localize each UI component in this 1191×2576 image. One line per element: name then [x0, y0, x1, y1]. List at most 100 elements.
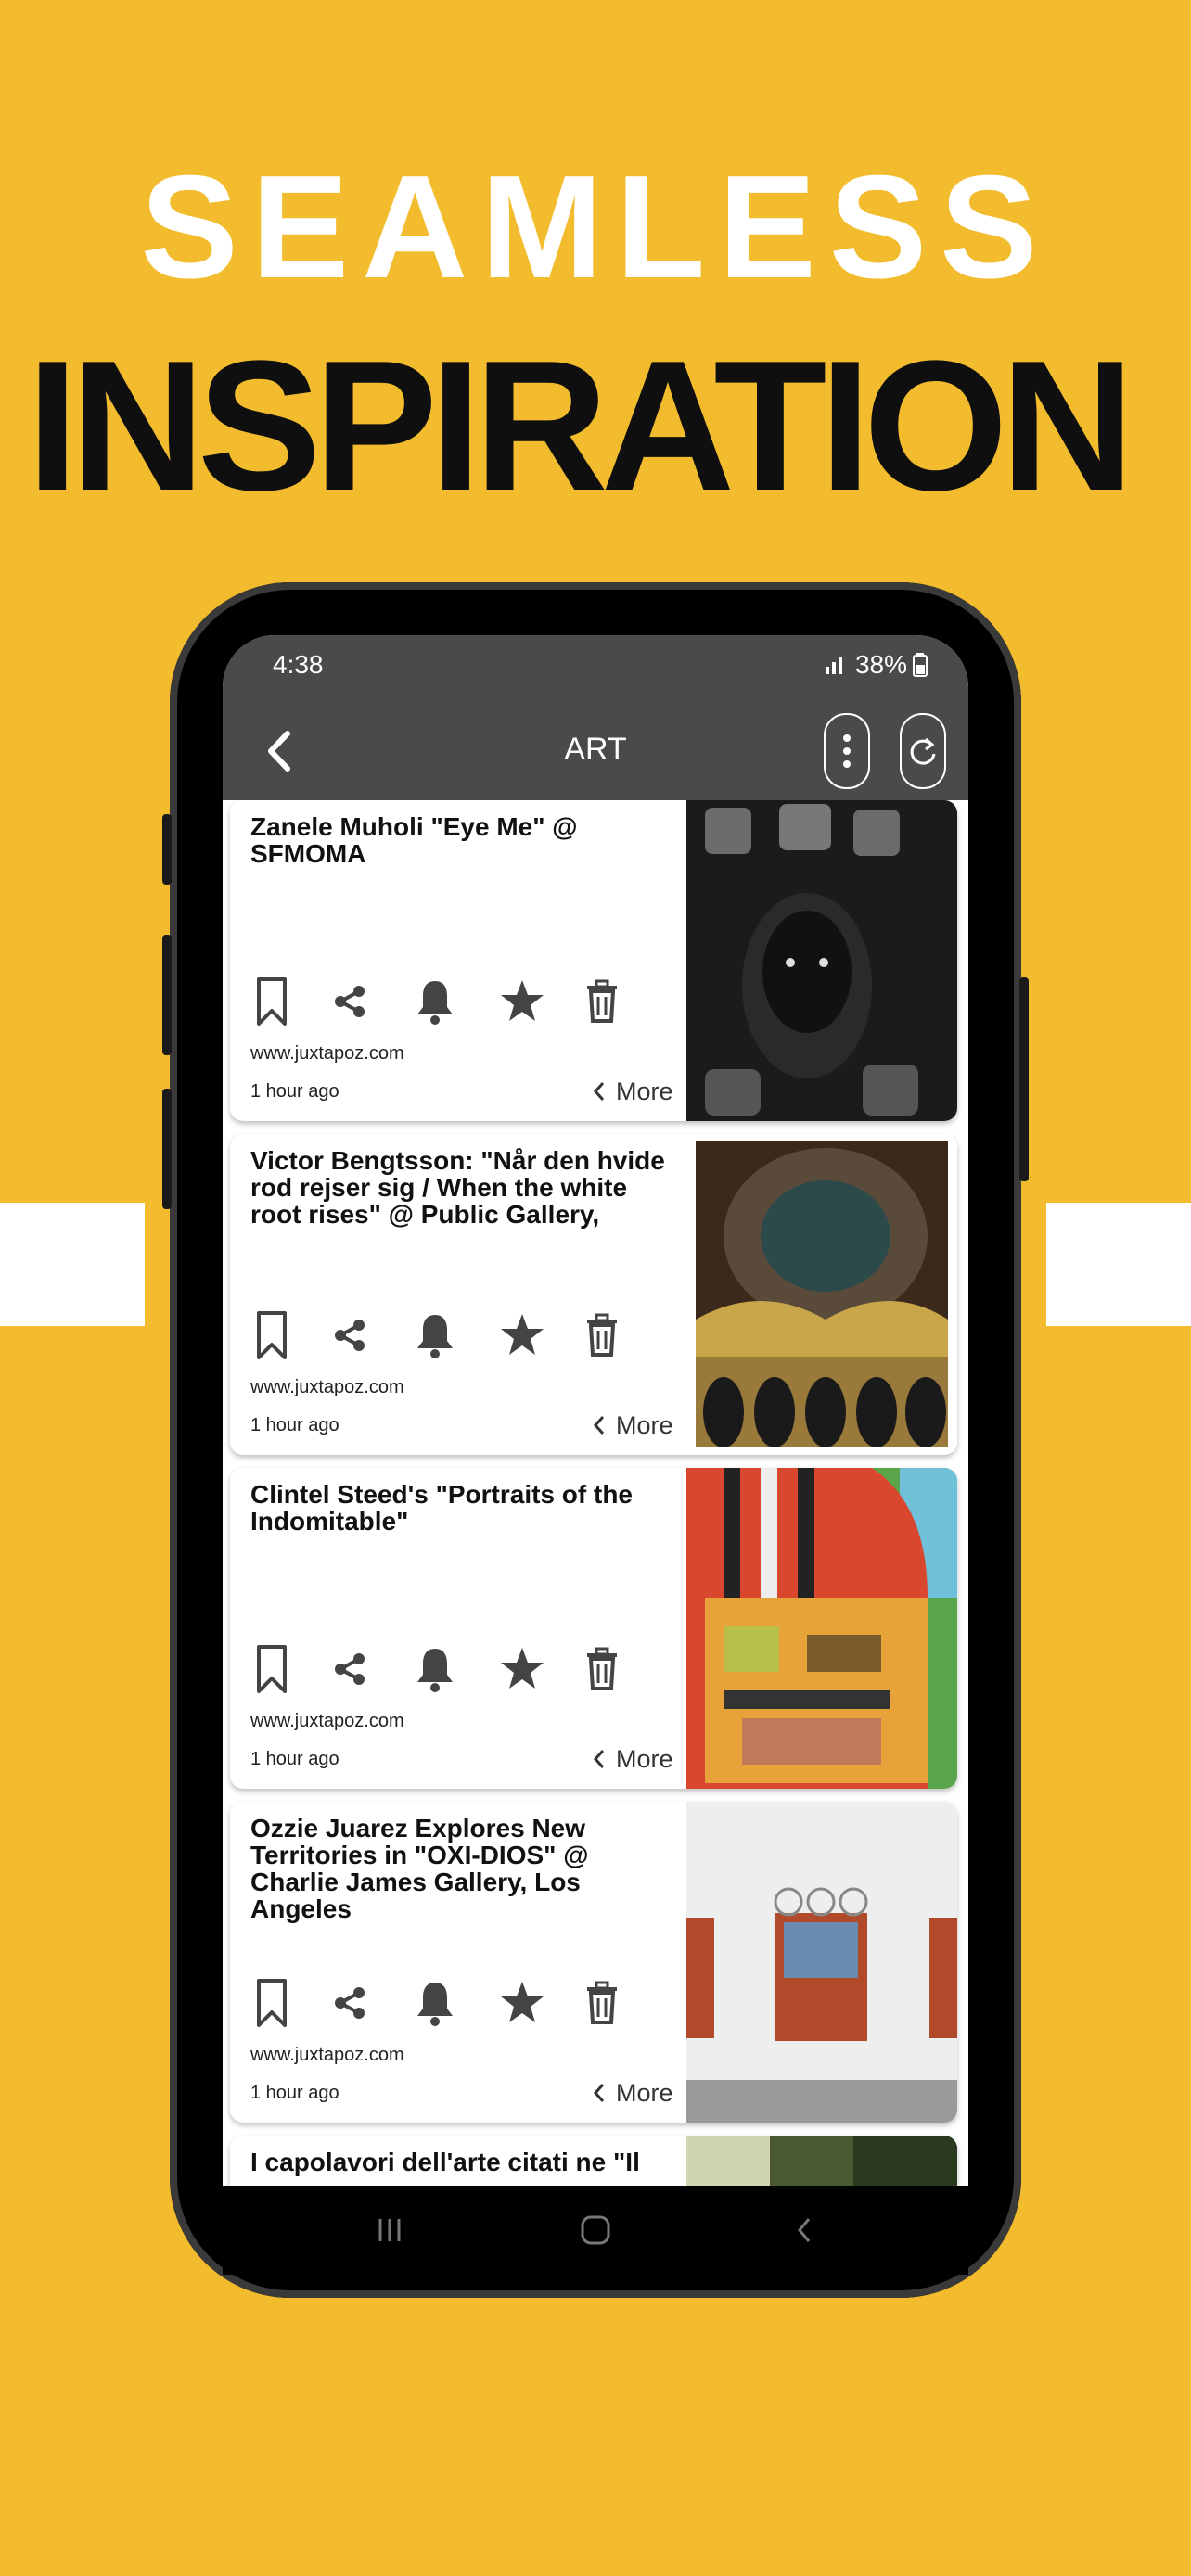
app-bar: ART: [223, 702, 968, 800]
article-thumbnail[interactable]: [686, 1134, 957, 1455]
trash-icon: [587, 1647, 617, 1690]
chevron-left-icon: [593, 1750, 605, 1768]
bookmark-button[interactable]: [247, 1974, 297, 2032]
favorite-button[interactable]: [497, 1307, 547, 1364]
more-button[interactable]: More: [592, 1742, 685, 1776]
more-label: More: [616, 2078, 673, 2107]
article-card[interactable]: Zanele Muholi "Eye Me" @ SFMOMA www.juxt…: [230, 800, 957, 1121]
article-time: 1 hour ago: [250, 1081, 339, 1102]
bookmark-icon: [257, 977, 287, 1026]
article-domain: www.juxtapoz.com: [250, 1377, 404, 1397]
share-icon: [335, 986, 365, 1017]
chevron-left-icon: [593, 1416, 605, 1435]
back-icon: [798, 2218, 811, 2242]
delete-button[interactable]: [577, 1640, 627, 1698]
phone-side-button: [162, 814, 172, 885]
article-feed[interactable]: Zanele Muholi "Eye Me" @ SFMOMA www.juxt…: [223, 800, 968, 2186]
share-icon: [335, 1653, 365, 1685]
phone-power-button: [1019, 977, 1029, 1181]
favorite-button[interactable]: [497, 973, 547, 1030]
home-button[interactable]: [577, 2213, 614, 2247]
bookmark-icon: [257, 1979, 287, 2027]
share-icon: [335, 1987, 365, 2019]
article-thumbnail[interactable]: [686, 1468, 957, 1789]
status-bar: 4:38 38%: [223, 635, 968, 702]
more-label: More: [616, 1410, 673, 1439]
trash-icon: [587, 1313, 617, 1357]
trash-icon: [587, 979, 617, 1023]
chevron-left-icon: [593, 1082, 605, 1101]
refresh-button[interactable]: [900, 713, 946, 789]
bookmark-button[interactable]: [247, 1640, 297, 1698]
delete-button[interactable]: [577, 1974, 627, 2032]
notify-button[interactable]: [410, 1974, 460, 2032]
star-icon: [501, 1982, 544, 2022]
share-button[interactable]: [325, 1640, 375, 1698]
phone-volume-up: [162, 935, 172, 1055]
more-button[interactable]: More: [592, 1409, 685, 1442]
bookmark-button[interactable]: [247, 1307, 297, 1364]
article-title[interactable]: Ozzie Juarez Explores New Territories in…: [250, 1815, 668, 1922]
article-card[interactable]: Victor Bengtsson: "Når den hvide rod rej…: [230, 1134, 957, 1455]
favorite-button[interactable]: [497, 1974, 547, 2032]
more-button[interactable]: More: [592, 1075, 685, 1108]
article-actions: [247, 1307, 636, 1364]
notify-button[interactable]: [410, 1307, 460, 1364]
overflow-menu-button[interactable]: [824, 713, 870, 789]
share-button[interactable]: [325, 973, 375, 1030]
promo-headline-inspiration: INSPIRATION: [26, 323, 1134, 529]
article-thumbnail[interactable]: [686, 1802, 957, 2123]
decorative-bar-left: [0, 1203, 145, 1326]
more-button[interactable]: More: [592, 2076, 685, 2110]
article-domain: www.juxtapoz.com: [250, 1043, 404, 1064]
article-actions: [247, 973, 636, 1030]
article-card[interactable]: Clintel Steed's "Portraits of the Indomi…: [230, 1468, 957, 1789]
decorative-bar-right: [1046, 1203, 1191, 1326]
article-thumbnail[interactable]: [686, 2136, 957, 2186]
article-domain: www.juxtapoz.com: [250, 2045, 404, 2065]
recents-button[interactable]: [371, 2213, 408, 2247]
favorite-button[interactable]: [497, 1640, 547, 1698]
notify-button[interactable]: [410, 973, 460, 1030]
share-icon: [335, 1320, 365, 1351]
article-title[interactable]: Zanele Muholi "Eye Me" @ SFMOMA: [250, 813, 668, 867]
bell-icon: [417, 1983, 453, 2026]
home-icon: [581, 2215, 610, 2245]
article-title[interactable]: Victor Bengtsson: "Når den hvide rod rej…: [250, 1147, 668, 1228]
star-icon: [501, 1648, 544, 1689]
bell-icon: [417, 1649, 453, 1692]
system-back-button[interactable]: [787, 2213, 824, 2247]
delete-button[interactable]: [577, 973, 627, 1030]
article-card[interactable]: Ozzie Juarez Explores New Territories in…: [230, 1802, 957, 2123]
share-button[interactable]: [325, 1307, 375, 1364]
more-label: More: [616, 1744, 673, 1773]
star-icon: [501, 980, 544, 1021]
bookmark-icon: [257, 1311, 287, 1359]
star-icon: [501, 1314, 544, 1355]
status-time: 4:38: [273, 650, 324, 679]
article-time: 1 hour ago: [250, 2083, 339, 2103]
more-vertical-icon: [843, 734, 851, 768]
more-label: More: [616, 1077, 673, 1105]
notify-button[interactable]: [410, 1640, 460, 1698]
bookmark-icon: [257, 1645, 287, 1693]
bookmark-button[interactable]: [247, 973, 297, 1030]
article-card[interactable]: I capolavori dell'arte citati ne "Il: [230, 2136, 957, 2186]
recents-icon: [378, 2219, 401, 2241]
article-time: 1 hour ago: [250, 1749, 339, 1769]
article-title[interactable]: I capolavori dell'arte citati ne "Il: [250, 2149, 668, 2175]
article-actions: [247, 1974, 636, 2032]
bell-icon: [417, 1315, 453, 1358]
signal-icon: [825, 657, 842, 674]
article-title[interactable]: Clintel Steed's "Portraits of the Indomi…: [250, 1481, 668, 1535]
share-button[interactable]: [325, 1974, 375, 2032]
battery-percent: 38%: [854, 650, 907, 679]
battery-icon: [913, 653, 928, 677]
article-time: 1 hour ago: [250, 1415, 339, 1435]
phone-volume-down: [162, 1089, 172, 1209]
phone-screen: 4:38 38% ART Zanele Muholi "Eye Me" @ SF…: [223, 635, 968, 2186]
article-thumbnail[interactable]: [686, 800, 957, 1121]
promo-headline-seamless: SEAMLESS: [140, 146, 1051, 309]
chevron-left-icon: [593, 2084, 605, 2102]
delete-button[interactable]: [577, 1307, 627, 1364]
